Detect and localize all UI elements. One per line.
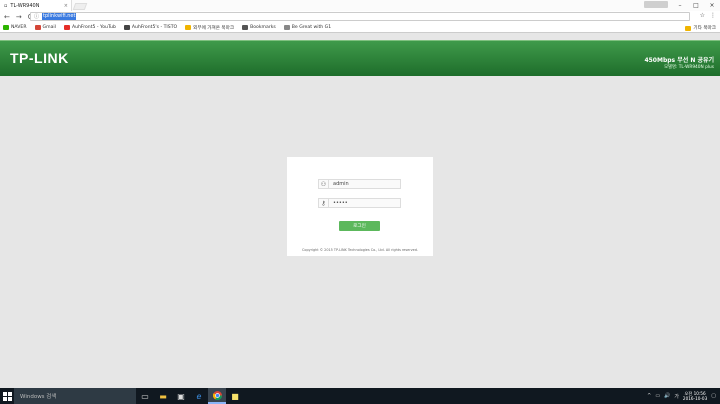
brand-logo: TP-LINK <box>10 50 69 66</box>
chrome-icon[interactable] <box>208 388 226 404</box>
close-icon[interactable]: × <box>64 3 68 9</box>
page-icon: ▫ <box>4 2 8 9</box>
folder-icon <box>685 25 692 31</box>
folder-icon <box>185 25 192 30</box>
ime-icon[interactable]: 가 <box>674 393 679 400</box>
store-icon[interactable]: ▣ <box>172 388 190 404</box>
user-icon: ⚇ <box>319 180 329 188</box>
copyright-text: Copyright © 2015 TP-LINK Technologies Co… <box>302 248 418 252</box>
bookmark-item[interactable]: Bookmarks <box>242 25 276 30</box>
bookmark-item[interactable]: AuhFront5 - YouTub <box>63 25 116 30</box>
star-icon <box>242 25 249 30</box>
star-icon[interactable]: ☆ <box>700 12 705 19</box>
start-button[interactable] <box>0 388 14 404</box>
model-title: 450Mbps 무선 N 공유기 <box>644 57 714 64</box>
tistory-icon <box>123 25 130 30</box>
bookmark-item[interactable]: Be Great with G1 <box>283 25 331 30</box>
model-subtitle: 모델명: TL-WR940N plus <box>664 65 714 70</box>
naver-icon <box>3 25 9 30</box>
user-profile-button[interactable] <box>644 1 668 8</box>
gmail-icon <box>34 25 41 30</box>
close-window-icon[interactable]: × <box>704 0 720 11</box>
forward-icon[interactable]: → <box>16 13 22 21</box>
edge-icon[interactable]: e <box>190 388 208 404</box>
url-text[interactable]: tplinkwifi.net <box>42 13 77 20</box>
key-icon: ⚷ <box>319 199 329 207</box>
page-icon <box>283 25 290 30</box>
new-tab-button[interactable] <box>72 3 88 10</box>
bookmark-item[interactable]: Gmail <box>34 25 56 30</box>
minimize-icon[interactable]: – <box>672 0 688 11</box>
bookmark-item[interactable]: AuhFront5's - TISTO <box>123 25 177 30</box>
other-bookmarks[interactable]: 기타 북마크 <box>685 25 716 31</box>
volume-icon[interactable]: 🔊 <box>664 393 670 399</box>
notifications-icon[interactable]: ▢ <box>711 393 716 399</box>
windows-icon <box>2 391 12 401</box>
task-view-icon[interactable]: ▭ <box>136 388 154 404</box>
browser-toolbar: ← → C ⓘ tplinkwifi.net <box>0 11 720 23</box>
browser-tab[interactable]: ▫ TL-WR940N × <box>0 0 72 11</box>
chevron-up-icon[interactable]: ^ <box>647 393 651 399</box>
login-button[interactable]: 로그인 <box>339 221 380 231</box>
back-icon[interactable]: ← <box>4 13 10 21</box>
sticky-notes-icon[interactable]: ■ <box>226 388 244 404</box>
system-tray: ^ ▭ 🔊 가 오전 10:56 2016-10-03 ▢ <box>647 388 716 404</box>
clock[interactable]: 오전 10:56 2016-10-03 <box>683 391 707 401</box>
router-header <box>0 40 720 76</box>
browser-title-bar <box>0 0 720 11</box>
username-field[interactable]: ⚇ admin <box>318 179 401 189</box>
taskbar: Windows 검색 ▭ ▬ ▣ e ■ <box>0 388 720 404</box>
address-bar[interactable]: ⓘ tplinkwifi.net <box>30 12 690 21</box>
youtube-icon <box>63 25 70 30</box>
taskbar-search[interactable]: Windows 검색 <box>14 388 136 404</box>
window-controls: – □ × <box>672 0 720 11</box>
bookmarks-bar: NAVER Gmail AuhFront5 - YouTub AuhFront5… <box>0 23 720 33</box>
password-field[interactable]: ⚷ ••••• <box>318 198 401 208</box>
file-explorer-icon[interactable]: ▬ <box>154 388 172 404</box>
bookmark-item[interactable]: NAVER <box>3 25 27 30</box>
clock-date: 2016-10-03 <box>682 396 708 401</box>
network-icon[interactable]: ▭ <box>655 393 660 399</box>
bookmark-item[interactable]: 외부에 가져온 북마크 <box>185 25 234 31</box>
menu-icon[interactable]: ⋮ <box>710 12 716 19</box>
info-icon: ⓘ <box>34 14 40 20</box>
toolbar-actions: ☆ ⋮ <box>700 12 716 19</box>
chrome-logo <box>212 390 222 400</box>
tab-title: TL-WR940N <box>10 2 40 9</box>
maximize-icon[interactable]: □ <box>688 0 704 11</box>
